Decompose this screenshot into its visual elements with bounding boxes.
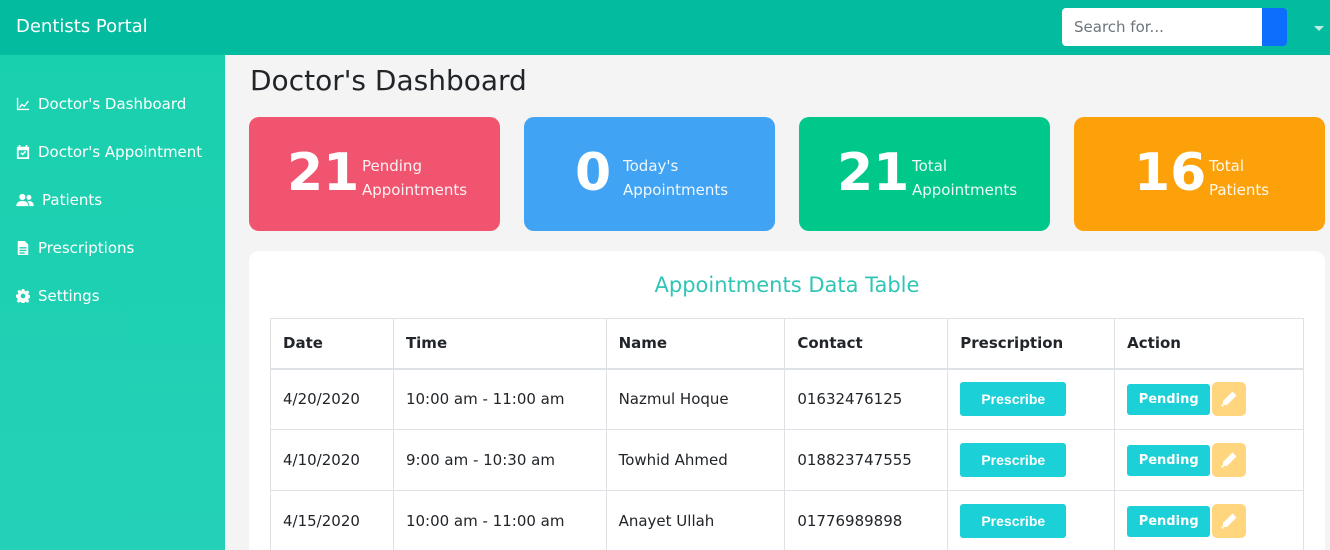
stat-card-total-appointments: 21 Total Appointments — [799, 117, 1050, 231]
cell-action: Pending — [1114, 490, 1304, 550]
cell-time: 9:00 am - 10:30 am — [392, 429, 607, 491]
cell-action: Pending — [1114, 429, 1304, 491]
cell-date: 4/20/2020 — [270, 368, 394, 430]
stat-label-line2: Patients — [1209, 181, 1270, 199]
table-row: 4/20/2020 10:00 am - 11:00 am Nazmul Hoq… — [270, 368, 1304, 430]
search-group — [1062, 8, 1287, 46]
stat-label-line1: Total — [912, 157, 948, 175]
search-button[interactable] — [1262, 8, 1287, 46]
search-input[interactable] — [1062, 8, 1262, 46]
edit-button[interactable] — [1212, 504, 1247, 538]
file-icon — [17, 241, 29, 255]
table-title: Appointments Data Table — [654, 273, 920, 297]
table-header-row: Date Time Name Contact Prescription Acti… — [270, 318, 1304, 370]
prescribe-button[interactable]: Prescribe — [960, 443, 1067, 477]
cell-prescription: Prescribe — [947, 368, 1116, 430]
stat-label-line2: Appointments — [362, 181, 468, 199]
column-header-date: Date — [270, 318, 394, 370]
column-header-name: Name — [605, 318, 786, 370]
sidebar-item-label: Doctor's Dashboard — [38, 95, 187, 113]
stat-label-line1: Pending — [362, 157, 422, 175]
pencil-icon — [1221, 452, 1237, 468]
pencil-icon — [1221, 391, 1237, 407]
stat-label-line1: Today's — [623, 157, 679, 175]
cell-time: 10:00 am - 11:00 am — [392, 490, 607, 550]
sidebar-item-label: Patients — [42, 191, 103, 209]
sidebar-item-label: Prescriptions — [38, 239, 135, 257]
sidebar: Doctor's Dashboard Doctor's Appointment … — [0, 55, 225, 550]
stat-label: Pending Appointments — [362, 154, 467, 202]
pending-status-button[interactable]: Pending — [1127, 505, 1211, 537]
stat-label-line1: Total — [1209, 157, 1245, 175]
stat-card-pending-appointments: 21 Pending Appointments — [249, 117, 500, 231]
column-header-contact: Contact — [784, 318, 949, 370]
cell-action: Pending — [1114, 368, 1304, 430]
table-row: 4/15/2020 10:00 am - 11:00 am Anayet Ull… — [270, 490, 1304, 550]
cell-prescription: Prescribe — [947, 490, 1116, 550]
cell-name: Towhid Ahmed — [605, 429, 786, 491]
cell-contact: 018823747555 — [784, 429, 949, 491]
stat-value: 0 — [575, 143, 612, 203]
pencil-icon — [1221, 513, 1237, 529]
appointments-table: Date Time Name Contact Prescription Acti… — [270, 318, 1304, 550]
gear-icon — [16, 289, 30, 303]
cell-date: 4/15/2020 — [270, 490, 394, 550]
stat-value: 16 — [1134, 143, 1207, 203]
stat-label-line2: Appointments — [623, 181, 729, 199]
cell-prescription: Prescribe — [947, 429, 1116, 491]
sidebar-item-prescriptions[interactable]: Prescriptions — [16, 236, 134, 260]
stat-value: 21 — [837, 143, 910, 203]
column-header-prescription: Prescription — [947, 318, 1116, 370]
calendar-check-icon — [16, 145, 30, 159]
appointments-table-card: Appointments Data Table Date Time Name C… — [249, 251, 1325, 550]
pending-status-button[interactable]: Pending — [1127, 383, 1211, 415]
stat-label-line2: Appointments — [912, 181, 1018, 199]
stat-label: Total Appointments — [912, 154, 1017, 202]
stat-card-todays-appointments: 0 Today's Appointments — [524, 117, 775, 231]
cell-contact: 01632476125 — [784, 368, 949, 430]
column-header-action: Action — [1114, 318, 1304, 370]
chart-line-icon — [16, 97, 30, 111]
cell-date: 4/10/2020 — [270, 429, 394, 491]
edit-button[interactable] — [1212, 443, 1247, 477]
sidebar-item-label: Settings — [38, 287, 100, 305]
edit-button[interactable] — [1212, 382, 1247, 417]
page-title: Doctor's Dashboard — [250, 64, 527, 97]
top-navbar: Dentists Portal — [0, 0, 1330, 55]
brand-title[interactable]: Dentists Portal — [16, 16, 148, 37]
sidebar-item-doctors-dashboard[interactable]: Doctor's Dashboard — [16, 92, 186, 116]
stat-card-total-patients: 16 Total Patients — [1074, 117, 1325, 231]
stat-value: 21 — [287, 143, 360, 203]
sidebar-item-settings[interactable]: Settings — [16, 284, 100, 308]
column-header-time: Time — [392, 318, 607, 370]
chevron-down-icon[interactable] — [1314, 26, 1324, 31]
stat-label: Total Patients — [1209, 154, 1269, 202]
cell-contact: 01776989898 — [784, 490, 949, 550]
cell-name: Anayet Ullah — [605, 490, 786, 550]
table-row: 4/10/2020 9:00 am - 10:30 am Towhid Ahme… — [270, 429, 1304, 491]
stat-label: Today's Appointments — [623, 154, 728, 202]
pending-status-button[interactable]: Pending — [1127, 444, 1211, 476]
cell-time: 10:00 am - 11:00 am — [392, 368, 607, 430]
sidebar-item-patients[interactable]: Patients — [16, 188, 102, 212]
prescribe-button[interactable]: Prescribe — [960, 504, 1067, 538]
sidebar-item-label: Doctor's Appointment — [38, 143, 203, 161]
prescribe-button[interactable]: Prescribe — [960, 382, 1067, 417]
cell-name: Nazmul Hoque — [605, 368, 786, 430]
users-icon — [16, 193, 34, 207]
sidebar-item-doctors-appointment[interactable]: Doctor's Appointment — [16, 140, 202, 164]
